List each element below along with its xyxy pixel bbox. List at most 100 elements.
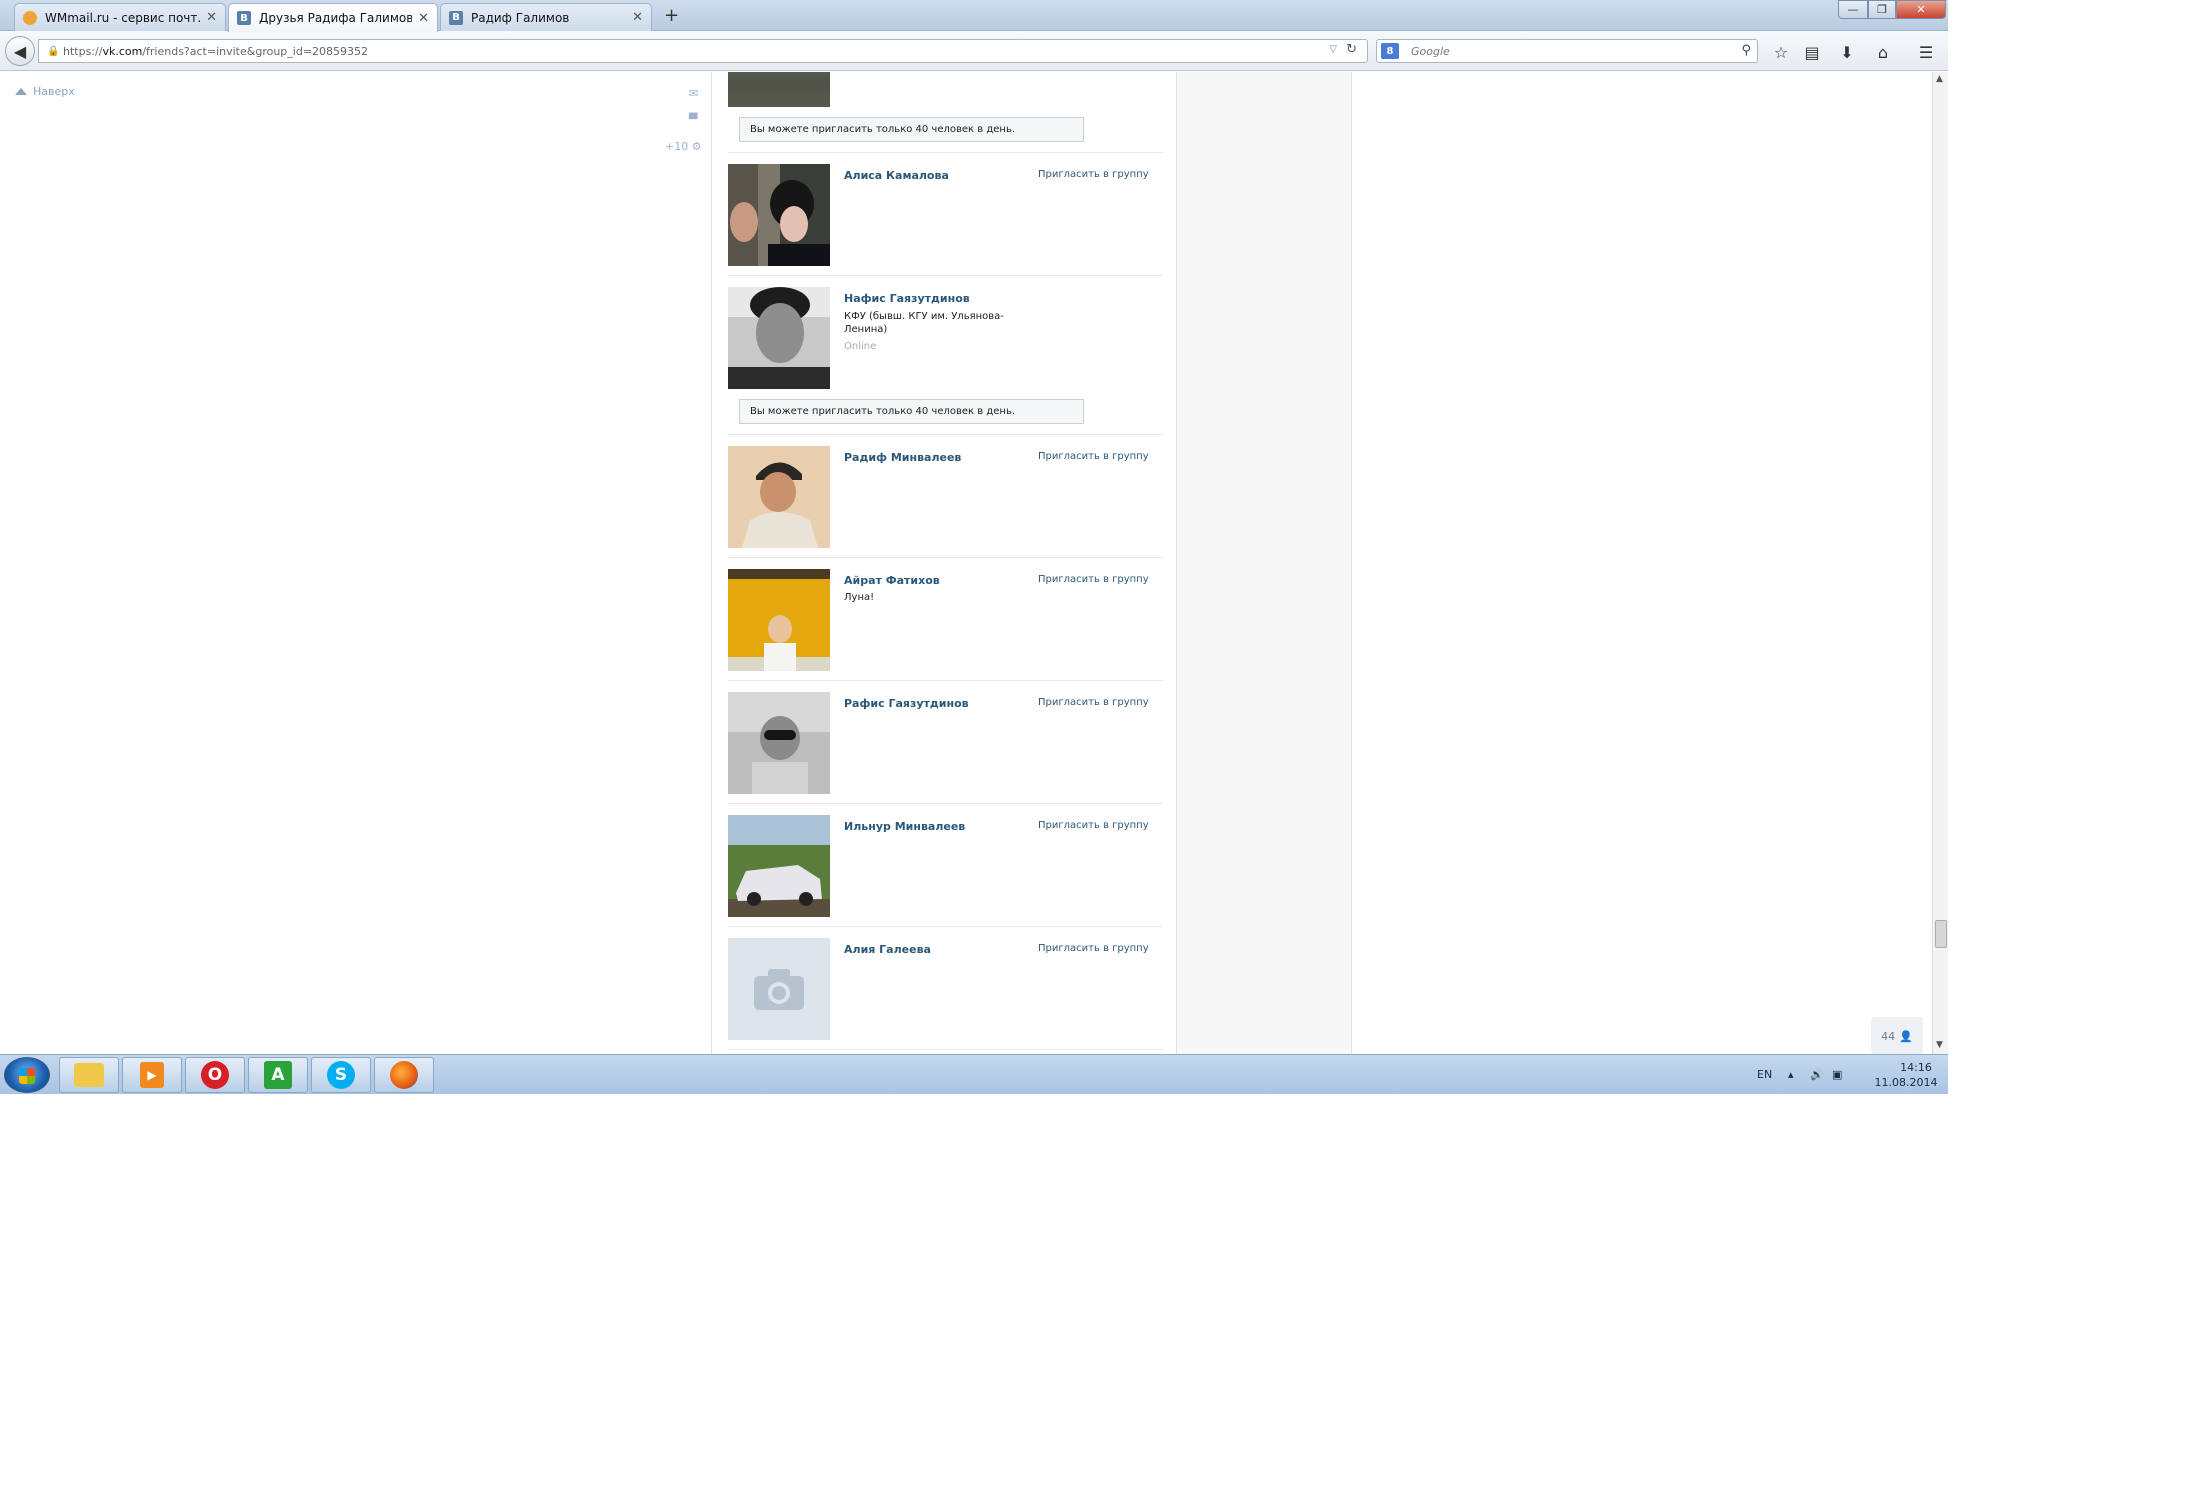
bookmark-star-icon[interactable]: ☆	[1770, 41, 1792, 63]
row-divider	[728, 557, 1163, 558]
friend-name[interactable]: Радиф Минвалеев	[844, 451, 961, 464]
vk-favicon: B	[449, 10, 463, 25]
notifications-counter[interactable]: +10 ⚙	[665, 140, 702, 153]
mail-icon[interactable]: ✉	[689, 87, 698, 100]
taskbar-skype[interactable]: S	[311, 1057, 371, 1093]
google-engine-icon[interactable]: 8	[1381, 43, 1399, 59]
bookmarks-list-icon[interactable]: ▤	[1801, 41, 1823, 63]
taskbar-media-player[interactable]: ▶	[122, 1057, 182, 1093]
tab-title: Радиф Галимов	[471, 10, 570, 25]
new-tab-icon[interactable]: +	[664, 5, 679, 26]
right-column	[1177, 72, 1352, 1054]
friend-info: Луна!	[844, 592, 875, 603]
invite-limit-notice: Вы можете пригласить только 40 человек в…	[739, 399, 1084, 424]
invite-to-group-link[interactable]: Пригласить в группу	[1038, 943, 1149, 954]
friend-photo-image	[728, 815, 830, 917]
downloads-icon[interactable]: ⬇	[1836, 41, 1858, 63]
online-count-value: 44	[1881, 1029, 1896, 1043]
back-arrow-icon[interactable]: ◀	[5, 36, 35, 66]
scroll-to-top-link[interactable]: Наверх	[15, 85, 75, 98]
windows-logo-icon	[19, 1068, 35, 1084]
search-placeholder: Google	[1411, 44, 1450, 58]
friend-photo[interactable]	[728, 692, 830, 794]
invite-to-group-link[interactable]: Пригласить в группу	[1038, 697, 1149, 708]
tab-wmmail[interactable]: WMmail.ru - сервис почт... ✕	[14, 3, 226, 31]
lock-icon: 🔒	[47, 45, 60, 57]
browser-window: WMmail.ru - сервис почт... ✕ B Друзья Ра…	[0, 0, 1948, 1094]
friend-photo-image	[728, 446, 830, 548]
friend-photo[interactable]	[728, 72, 830, 107]
tab-profile[interactable]: B Радиф Галимов ✕	[440, 3, 652, 31]
address-bar[interactable]: 🔒 https:// vk.com /friends?act=invite&gr…	[38, 39, 1368, 63]
user-icon: 👤	[1899, 1029, 1913, 1043]
folder-icon	[74, 1063, 104, 1087]
friend-photo[interactable]	[728, 287, 830, 389]
search-box[interactable]: 8 Google ⚲	[1376, 39, 1758, 63]
counter-value: +10	[665, 140, 689, 153]
invite-to-group-link[interactable]: Пригласить в группу	[1038, 820, 1149, 831]
friend-photo-image	[728, 569, 830, 671]
row-divider	[728, 1049, 1163, 1050]
friend-photo[interactable]	[728, 164, 830, 266]
friend-name[interactable]: Рафис Гаязутдинов	[844, 697, 969, 710]
maximize-button[interactable]: ❐	[1868, 0, 1896, 19]
friend-photo[interactable]	[728, 815, 830, 917]
vertical-scrollbar[interactable]: ▲ ▼	[1932, 72, 1948, 1054]
scroll-down-arrow-icon[interactable]: ▼	[1936, 1040, 1943, 1050]
volume-icon[interactable]: 🔊	[1810, 1068, 1824, 1081]
wmmail-favicon	[23, 10, 37, 25]
close-tab-icon[interactable]: ✕	[418, 11, 429, 26]
start-button[interactable]	[4, 1057, 50, 1093]
row-divider	[728, 152, 1163, 153]
vk-favicon: B	[237, 11, 251, 25]
menu-icon[interactable]: ☰	[1915, 41, 1937, 63]
taskbar-firefox[interactable]	[374, 1057, 434, 1093]
url-prefix: https://	[63, 44, 103, 58]
comment-icon[interactable]: ▀	[689, 113, 697, 126]
row-divider	[728, 275, 1163, 276]
camera-icon	[754, 969, 804, 1010]
network-icon[interactable]: ▣	[1832, 1068, 1842, 1081]
scroll-up-arrow-icon[interactable]: ▲	[1936, 74, 1943, 84]
friend-name[interactable]: Алиса Камалова	[844, 169, 949, 182]
friend-name[interactable]: Айрат Фатихов	[844, 574, 940, 587]
green-a-icon: A	[264, 1061, 292, 1089]
friend-name[interactable]: Нафис Гаязутдинов	[844, 292, 970, 305]
clock-date[interactable]: 11.08.2014	[1866, 1076, 1946, 1089]
history-dropdown-icon[interactable]: ▽	[1329, 44, 1337, 55]
language-indicator[interactable]: EN	[1757, 1068, 1772, 1081]
invite-to-group-link[interactable]: Пригласить в группу	[1038, 574, 1149, 585]
invite-to-group-link[interactable]: Пригласить в группу	[1038, 451, 1149, 462]
close-tab-icon[interactable]: ✕	[632, 10, 643, 25]
online-friends-counter[interactable]: 44 👤	[1871, 1017, 1923, 1054]
url-host: vk.com	[102, 44, 143, 58]
minimize-button[interactable]: —	[1838, 0, 1868, 19]
screen: WMmail.ru - сервис почт... ✕ B Друзья Ра…	[0, 0, 2186, 1486]
tab-title: Друзья Радифа Галимова ...	[259, 11, 413, 25]
close-window-button[interactable]: ✕	[1896, 0, 1946, 19]
row-divider	[728, 434, 1163, 435]
friend-photo-image	[728, 287, 830, 389]
online-status: Online	[844, 341, 877, 352]
scrollbar-thumb[interactable]	[1935, 920, 1947, 948]
close-tab-icon[interactable]: ✕	[206, 10, 217, 25]
row-divider	[728, 926, 1163, 927]
navigation-toolbar: ◀ 🔒 https:// vk.com /friends?act=invite&…	[0, 31, 1948, 71]
tab-friends[interactable]: B Друзья Радифа Галимова ... ✕	[228, 3, 438, 32]
taskbar-ardown[interactable]: A	[248, 1057, 308, 1093]
friend-photo[interactable]	[728, 446, 830, 548]
friend-name[interactable]: Ильнур Минвалеев	[844, 820, 965, 833]
friends-invite-list: Вы можете пригласить только 40 человек в…	[711, 72, 1177, 1054]
clock-time[interactable]: 14:16	[1886, 1061, 1946, 1074]
search-magnifier-icon[interactable]: ⚲	[1741, 43, 1751, 58]
reload-icon[interactable]: ↻	[1346, 42, 1357, 57]
home-icon[interactable]: ⌂	[1872, 41, 1894, 63]
empty-area	[1352, 72, 1932, 1054]
friend-photo[interactable]	[728, 569, 830, 671]
show-hidden-icons-icon[interactable]: ▴	[1788, 1068, 1794, 1081]
friend-photo-placeholder[interactable]	[728, 938, 830, 1040]
taskbar-explorer[interactable]	[59, 1057, 119, 1093]
invite-to-group-link[interactable]: Пригласить в группу	[1038, 169, 1149, 180]
taskbar-opera[interactable]: O	[185, 1057, 245, 1093]
friend-name[interactable]: Алия Галеева	[844, 943, 931, 956]
